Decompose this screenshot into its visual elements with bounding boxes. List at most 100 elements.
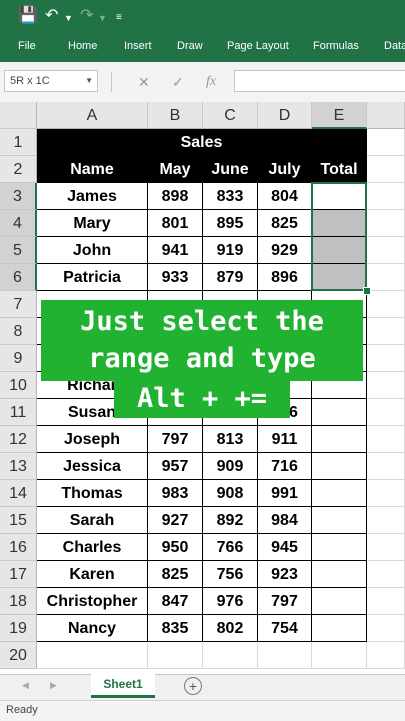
enter-icon[interactable]: ✓ xyxy=(172,72,184,92)
grid-cell[interactable] xyxy=(148,642,203,669)
tab-formulas[interactable]: Formulas xyxy=(313,39,359,53)
value-cell[interactable]: 945 xyxy=(258,534,312,561)
value-cell[interactable]: 801 xyxy=(148,210,203,237)
row-header-6[interactable]: 6 xyxy=(0,264,37,291)
tab-data[interactable]: Data xyxy=(384,39,405,53)
sheet-tab-sheet1[interactable]: Sheet1 xyxy=(91,674,155,698)
grid-cell[interactable] xyxy=(367,291,405,318)
column-header-c[interactable]: C xyxy=(203,102,258,129)
value-cell[interactable]: 991 xyxy=(258,480,312,507)
scroll-right-icon[interactable]: ▶ xyxy=(50,680,57,691)
value-cell[interactable]: 957 xyxy=(148,453,203,480)
value-cell[interactable]: 896 xyxy=(258,264,312,291)
name-box[interactable]: 5R x 1C ▼ xyxy=(4,70,98,92)
row-header-9[interactable]: 9 xyxy=(0,345,37,372)
total-cell[interactable] xyxy=(312,561,367,588)
grid-cell[interactable] xyxy=(367,561,405,588)
total-cell[interactable] xyxy=(312,426,367,453)
total-cell[interactable] xyxy=(312,480,367,507)
row-header-3[interactable]: 3 xyxy=(0,183,37,210)
redo-dropdown-icon[interactable]: ▼ xyxy=(98,8,107,28)
value-cell[interactable]: 933 xyxy=(148,264,203,291)
formula-input[interactable] xyxy=(234,70,405,92)
grid-cell[interactable] xyxy=(367,345,405,372)
value-cell[interactable]: 923 xyxy=(258,561,312,588)
name-cell[interactable]: Karen xyxy=(37,561,148,588)
cancel-icon[interactable]: ✕ xyxy=(138,72,150,92)
row-header-20[interactable]: 20 xyxy=(0,642,37,669)
row-header-11[interactable]: 11 xyxy=(0,399,37,426)
add-sheet-icon[interactable]: + xyxy=(184,677,202,695)
value-cell[interactable]: 909 xyxy=(203,453,258,480)
name-cell[interactable]: John xyxy=(37,237,148,264)
grid-cell[interactable] xyxy=(367,615,405,642)
value-cell[interactable]: 941 xyxy=(148,237,203,264)
value-cell[interactable]: 833 xyxy=(203,183,258,210)
value-cell[interactable]: 756 xyxy=(203,561,258,588)
value-cell[interactable]: 804 xyxy=(258,183,312,210)
value-cell[interactable]: 825 xyxy=(258,210,312,237)
name-cell[interactable]: Thomas xyxy=(37,480,148,507)
name-cell[interactable]: Christopher xyxy=(37,588,148,615)
name-cell[interactable]: Jessica xyxy=(37,453,148,480)
value-cell[interactable]: 754 xyxy=(258,615,312,642)
total-cell[interactable] xyxy=(312,534,367,561)
row-header-4[interactable]: 4 xyxy=(0,210,37,237)
save-icon[interactable]: 💾 xyxy=(18,6,38,26)
row-header-15[interactable]: 15 xyxy=(0,507,37,534)
value-cell[interactable]: 835 xyxy=(148,615,203,642)
total-cell[interactable] xyxy=(312,507,367,534)
total-cell[interactable] xyxy=(312,615,367,642)
row-header-19[interactable]: 19 xyxy=(0,615,37,642)
column-header-d[interactable]: D xyxy=(258,102,312,129)
undo-dropdown-icon[interactable]: ▼ xyxy=(64,8,73,28)
select-all-corner[interactable] xyxy=(0,102,37,129)
grid-cell[interactable] xyxy=(367,588,405,615)
grid-cell[interactable] xyxy=(367,642,405,669)
tab-page-layout[interactable]: Page Layout xyxy=(227,39,289,53)
total-cell[interactable] xyxy=(312,453,367,480)
name-cell[interactable]: Joseph xyxy=(37,426,148,453)
value-cell[interactable]: 797 xyxy=(258,588,312,615)
row-header-7[interactable]: 7 xyxy=(0,291,37,318)
name-cell[interactable]: Patricia xyxy=(37,264,148,291)
row-header-1[interactable]: 1 xyxy=(0,129,37,156)
row-header-17[interactable]: 17 xyxy=(0,561,37,588)
row-header-12[interactable]: 12 xyxy=(0,426,37,453)
tab-home[interactable]: Home xyxy=(68,39,97,53)
row-header-8[interactable]: 8 xyxy=(0,318,37,345)
grid-cell[interactable] xyxy=(367,183,405,210)
tab-insert[interactable]: Insert xyxy=(124,39,152,53)
tab-draw[interactable]: Draw xyxy=(177,39,203,53)
grid-cell[interactable] xyxy=(312,642,367,669)
name-cell[interactable]: Charles xyxy=(37,534,148,561)
scroll-left-icon[interactable]: ◀ xyxy=(22,680,29,691)
value-cell[interactable]: 976 xyxy=(203,588,258,615)
value-cell[interactable]: 911 xyxy=(258,426,312,453)
value-cell[interactable]: 766 xyxy=(203,534,258,561)
customize-toolbar-icon[interactable]: ≡ xyxy=(116,8,122,28)
tab-file[interactable]: File xyxy=(18,39,36,53)
grid-cell[interactable] xyxy=(367,129,405,156)
total-cell[interactable] xyxy=(312,588,367,615)
grid-cell[interactable] xyxy=(367,399,405,426)
grid-cell[interactable] xyxy=(367,264,405,291)
name-cell[interactable]: Nancy xyxy=(37,615,148,642)
grid-cell[interactable] xyxy=(367,507,405,534)
redo-icon[interactable]: ↷ xyxy=(80,6,93,26)
row-header-13[interactable]: 13 xyxy=(0,453,37,480)
value-cell[interactable]: 802 xyxy=(203,615,258,642)
value-cell[interactable]: 927 xyxy=(148,507,203,534)
value-cell[interactable]: 898 xyxy=(148,183,203,210)
value-cell[interactable]: 983 xyxy=(148,480,203,507)
value-cell[interactable]: 908 xyxy=(203,480,258,507)
grid-cell[interactable] xyxy=(37,642,148,669)
grid-cell[interactable] xyxy=(367,156,405,183)
grid-cell[interactable] xyxy=(367,426,405,453)
value-cell[interactable]: 950 xyxy=(148,534,203,561)
name-cell[interactable]: Sarah xyxy=(37,507,148,534)
value-cell[interactable]: 919 xyxy=(203,237,258,264)
fill-handle[interactable] xyxy=(363,287,371,295)
row-header-18[interactable]: 18 xyxy=(0,588,37,615)
value-cell[interactable]: 847 xyxy=(148,588,203,615)
